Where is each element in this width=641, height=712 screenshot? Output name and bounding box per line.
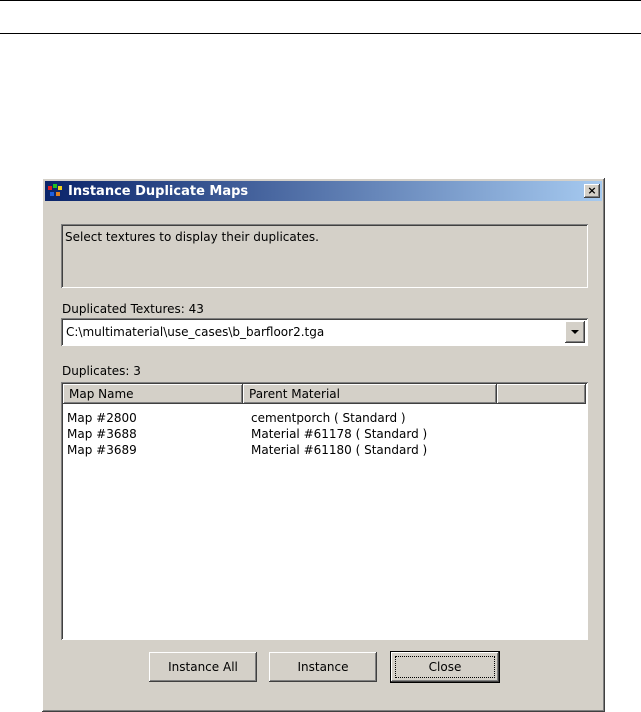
map-name-cell: Map #3689 — [67, 443, 137, 457]
duplicates-label: Duplicates: 3 — [62, 364, 141, 378]
list-body: Map #2800 cementporch ( Standard ) Map #… — [67, 410, 427, 458]
list-row[interactable]: Map #3689 Material #61180 ( Standard ) — [67, 442, 427, 458]
close-icon[interactable]: × — [584, 184, 600, 198]
texture-dropdown[interactable]: C:\multimaterial\use_cases\b_barfloor2.t… — [61, 318, 588, 346]
map-name-cell: Map #3688 — [67, 427, 137, 441]
app-icon — [48, 184, 64, 198]
parent-material-cell: Material #61178 ( Standard ) — [251, 427, 428, 441]
chevron-down-icon[interactable] — [565, 321, 585, 343]
duplicated-textures-label: Duplicated Textures: 43 — [62, 302, 204, 316]
list-row[interactable]: Map #2800 cementporch ( Standard ) — [67, 410, 427, 426]
instance-all-button[interactable]: Instance All — [149, 652, 257, 682]
column-header-map-name[interactable]: Map Name — [63, 384, 243, 404]
title-bar[interactable]: Instance Duplicate Maps × — [45, 181, 602, 201]
column-header-empty[interactable] — [497, 384, 586, 404]
list-row[interactable]: Map #3688 Material #61178 ( Standard ) — [67, 426, 427, 442]
info-text: Select textures to display their duplica… — [65, 230, 319, 244]
column-header-parent-material[interactable]: Parent Material — [243, 384, 497, 404]
page-top-rule — [0, 0, 641, 1]
parent-material-cell: cementporch ( Standard ) — [251, 411, 406, 425]
texture-dropdown-value: C:\multimaterial\use_cases\b_barfloor2.t… — [66, 325, 325, 339]
instance-duplicate-maps-dialog: Instance Duplicate Maps × Select texture… — [42, 178, 605, 712]
page-header-rule — [0, 33, 641, 34]
close-button[interactable]: Close — [391, 652, 499, 682]
dialog-title: Instance Duplicate Maps — [68, 183, 249, 199]
instance-button[interactable]: Instance — [269, 652, 377, 682]
duplicates-list[interactable]: Map Name Parent Material Map #2800 cemen… — [61, 382, 588, 640]
map-name-cell: Map #2800 — [67, 411, 137, 425]
list-header: Map Name Parent Material — [63, 384, 586, 404]
parent-material-cell: Material #61180 ( Standard ) — [251, 443, 428, 457]
focus-ring — [395, 656, 495, 678]
info-box: Select textures to display their duplica… — [61, 224, 588, 288]
